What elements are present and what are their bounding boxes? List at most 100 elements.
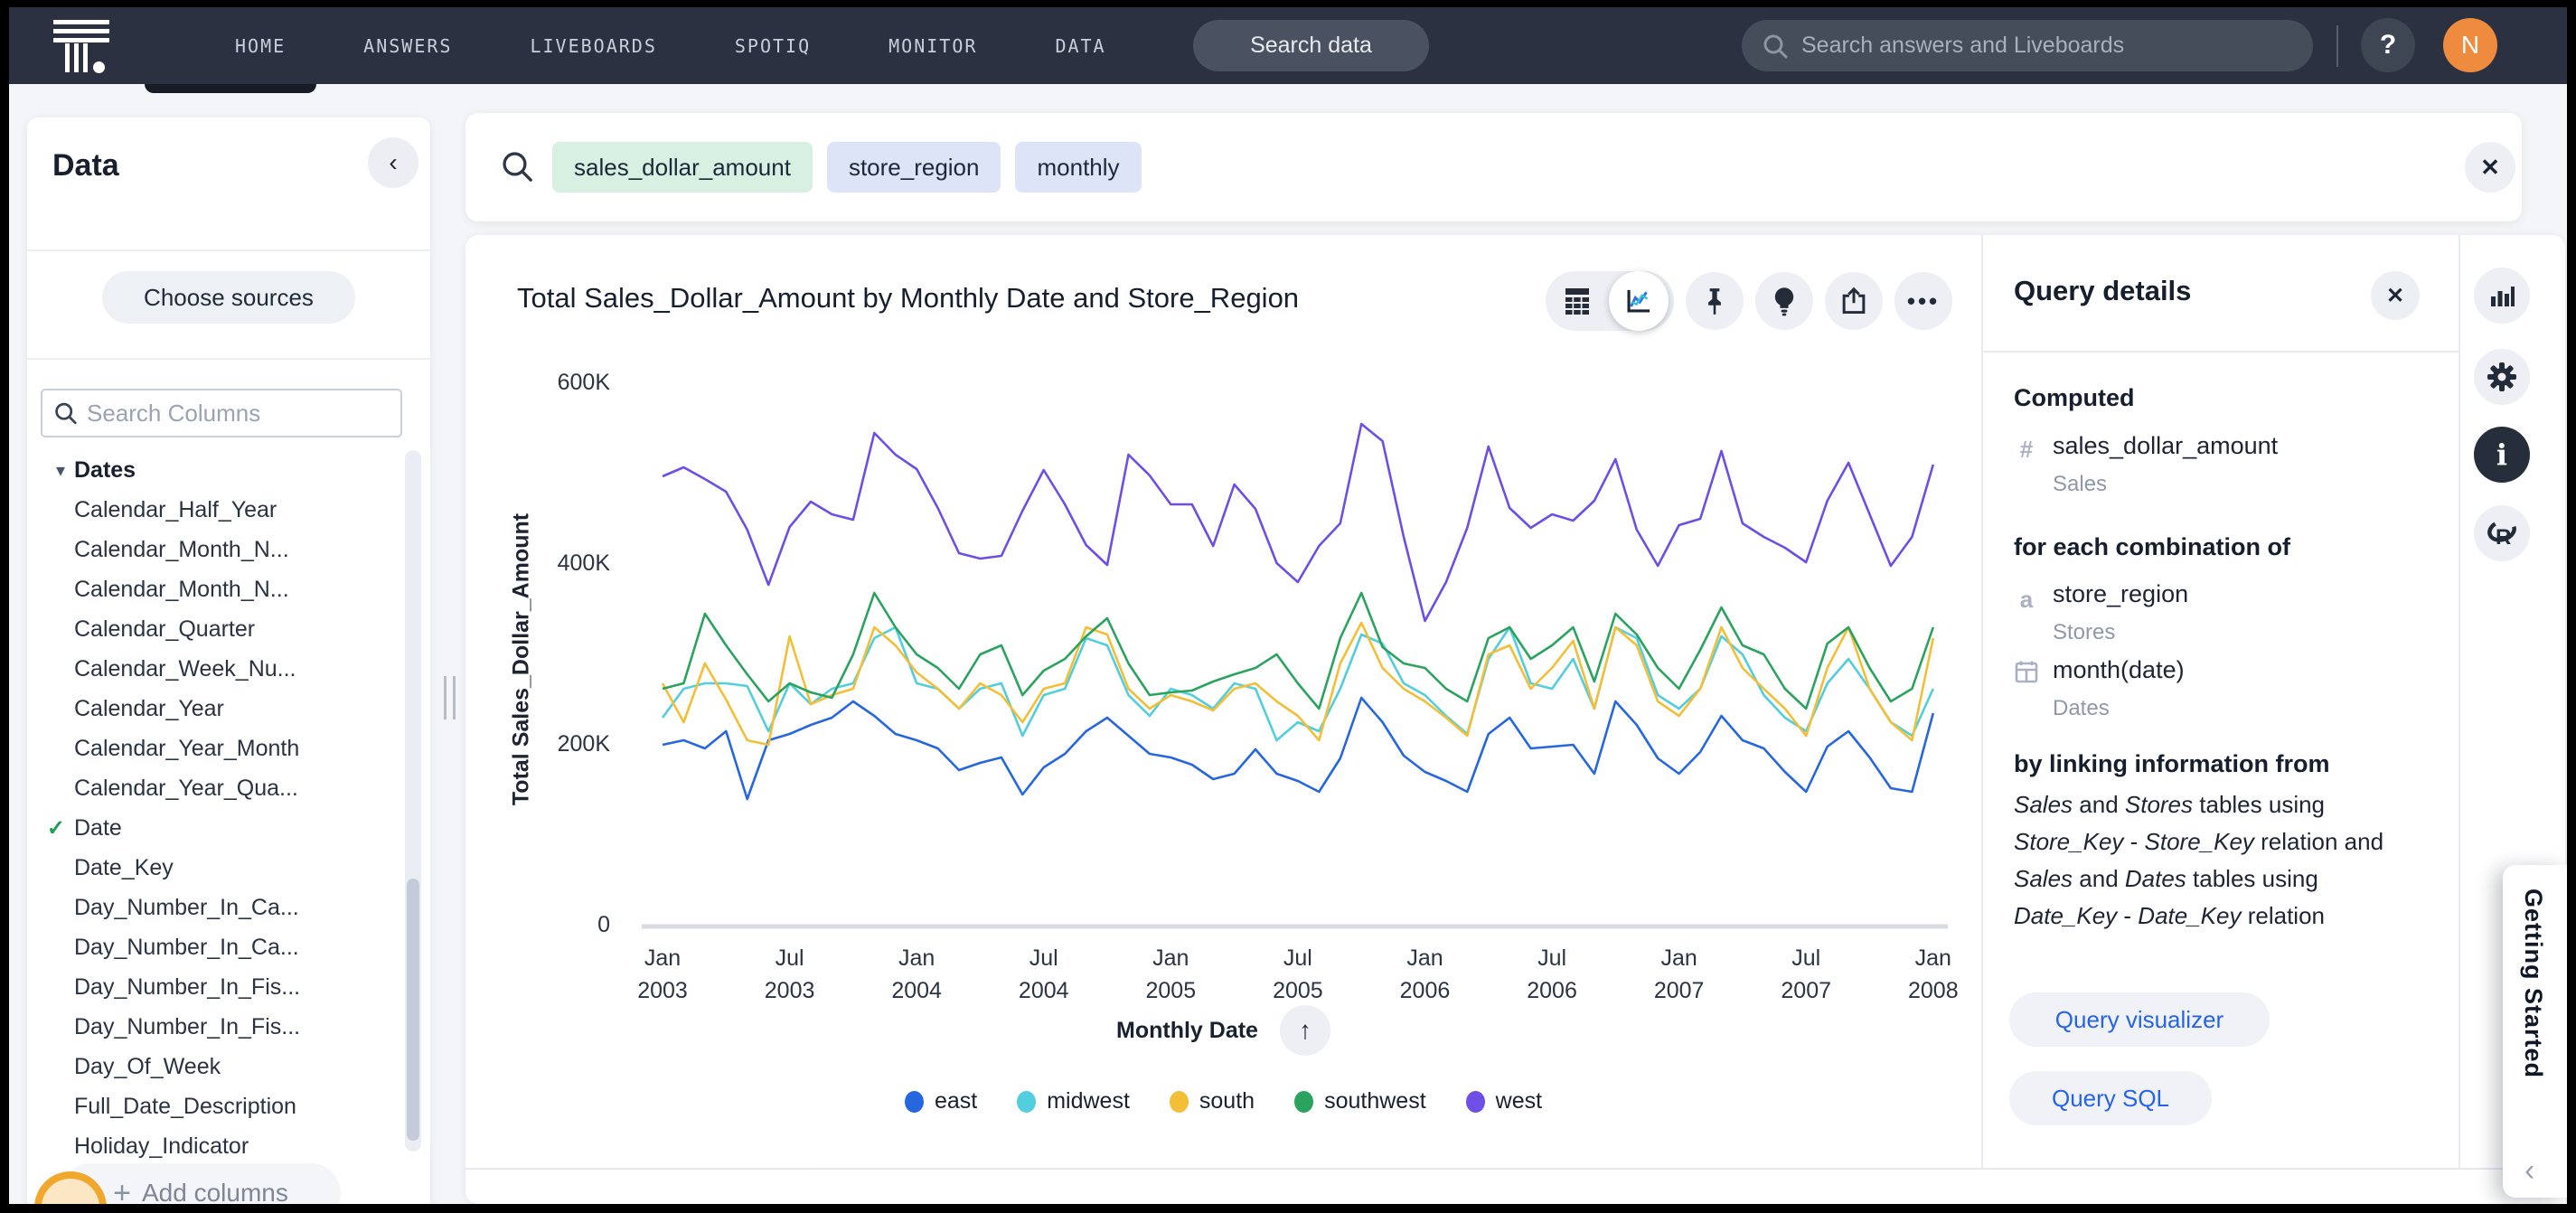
column-item[interactable]: Calendar_Quarter — [27, 609, 407, 649]
pin-button[interactable] — [1686, 272, 1744, 330]
nav-item-liveboards[interactable]: LIVEBOARDS — [530, 35, 656, 57]
combination-heading: for each combination of — [2014, 533, 2290, 561]
sort-ascending-button[interactable]: ↑ — [1280, 1005, 1330, 1056]
nav-item-monitor[interactable]: MONITOR — [888, 35, 977, 57]
linking-text: tables using — [2193, 791, 2325, 818]
global-search-input[interactable] — [1801, 33, 2293, 59]
column-item[interactable]: Calendar_Month_N... — [27, 569, 407, 609]
column-item[interactable]: Day_Of_Week — [27, 1047, 407, 1086]
spotiq-insights-button[interactable] — [1755, 272, 1813, 330]
linking-heading: by linking information from — [2014, 750, 2330, 778]
search-query-bar: sales_dollar_amount store_region monthly ✕ — [465, 113, 2522, 221]
r-analysis-button[interactable]: R — [2474, 505, 2530, 561]
column-label: Day_Of_Week — [74, 1054, 221, 1080]
thoughtspot-logo-icon[interactable] — [53, 20, 111, 74]
legend-item-west[interactable]: west — [1466, 1088, 1542, 1114]
nav-item-home[interactable]: HOME — [235, 35, 286, 57]
answer-card: Total Sales_Dollar_Amount by Monthly Dat… — [465, 235, 2565, 1204]
column-label: Calendar_Week_Nu... — [74, 656, 296, 682]
linking-entity: Stores — [2125, 791, 2193, 818]
choose-sources-button[interactable]: Choose sources — [102, 271, 355, 324]
search-token-store_region[interactable]: store_region — [827, 142, 1001, 193]
table-icon — [1564, 287, 1591, 315]
column-item[interactable]: Day_Number_In_Ca... — [27, 927, 407, 967]
search-token-sales_dollar_amount[interactable]: sales_dollar_amount — [552, 142, 813, 193]
combination-column-name: month(date) — [2053, 656, 2185, 684]
table-view-button[interactable] — [1546, 287, 1609, 315]
linking-entity: Store_Key — [2014, 828, 2123, 855]
attribute-column-icon: a — [2011, 586, 2042, 614]
user-avatar[interactable]: N — [2443, 18, 2497, 72]
legend-item-south[interactable]: south — [1170, 1088, 1255, 1114]
nav-item-answers[interactable]: ANSWERS — [363, 35, 452, 57]
column-group-dates[interactable]: ▾Dates — [27, 450, 407, 490]
linking-entity: Sales — [2014, 865, 2073, 892]
column-search-input[interactable] — [87, 400, 390, 428]
line-chart-icon — [1623, 286, 1654, 316]
linking-text: - — [2123, 828, 2144, 855]
column-item[interactable]: Day_Number_In_Fis... — [27, 967, 407, 1007]
series-line-west — [663, 424, 1933, 621]
view-toggle — [1546, 271, 1674, 331]
column-item[interactable]: Date_Key — [27, 848, 407, 888]
search-token-monthly[interactable]: monthly — [1015, 142, 1141, 193]
legend-label: east — [935, 1088, 977, 1114]
data-panel: Data ‹ Choose sources ▾DatesCalendar_Hal… — [27, 118, 430, 1204]
close-query-details-button[interactable]: ✕ — [2371, 271, 2420, 320]
getting-started-tab[interactable]: Getting Started ‹ — [2503, 865, 2567, 1198]
column-item[interactable]: Calendar_Month_N... — [27, 530, 407, 569]
y-axis-title: Total Sales_Dollar_Amount — [509, 488, 535, 832]
search-data-button[interactable]: Search data — [1193, 20, 1429, 71]
help-button[interactable]: ? — [2361, 18, 2415, 72]
column-item[interactable]: Calendar_Year_Qua... — [27, 768, 407, 808]
collapse-panel-button[interactable]: ‹ — [368, 137, 418, 188]
lightbulb-icon — [1771, 286, 1798, 316]
chart-config-button[interactable] — [2474, 268, 2530, 324]
query-sql-button[interactable]: Query SQL — [2009, 1071, 2212, 1125]
column-item[interactable]: Calendar_Week_Nu... — [27, 649, 407, 689]
column-item[interactable]: Holiday_Indicator — [27, 1126, 407, 1166]
chart-legend: east midwest south southwest west — [465, 1088, 1981, 1114]
column-label: Day_Number_In_Ca... — [74, 895, 299, 921]
series-line-southwest — [663, 593, 1933, 709]
sidebar-scrollbar-thumb[interactable] — [407, 879, 419, 1141]
column-label: Date — [74, 815, 122, 842]
column-item[interactable]: Calendar_Year_Month — [27, 729, 407, 768]
legend-item-midwest[interactable]: midwest — [1017, 1088, 1130, 1114]
share-button[interactable] — [1825, 272, 1883, 330]
column-item[interactable]: ✓Date — [27, 808, 407, 848]
query-details-info-button[interactable]: i — [2474, 427, 2530, 483]
column-label: Calendar_Year_Qua... — [74, 776, 298, 802]
add-columns-label: Add columns — [142, 1179, 288, 1204]
clear-search-button[interactable]: ✕ — [2465, 142, 2515, 193]
column-item[interactable]: Day_Number_In_Fis... — [27, 1007, 407, 1047]
legend-dot-icon — [1017, 1091, 1036, 1113]
linking-text: and — [2073, 865, 2125, 892]
column-list: ▾DatesCalendar_Half_YearCalendar_Month_N… — [27, 450, 407, 1204]
active-tab-indicator — [145, 84, 316, 93]
legend-item-east[interactable]: east — [905, 1088, 977, 1114]
x-tick-label: Jul2004 — [990, 942, 1098, 1007]
nav-item-data[interactable]: DATA — [1055, 35, 1105, 57]
query-visualizer-button[interactable]: Query visualizer — [2009, 992, 2270, 1047]
panel-resize-handle[interactable] — [442, 676, 456, 719]
column-item[interactable]: Day_Number_In_Ca... — [27, 888, 407, 927]
computed-heading: Computed — [2014, 384, 2134, 412]
chart-view-button[interactable] — [1609, 271, 1669, 331]
legend-item-southwest[interactable]: southwest — [1294, 1088, 1426, 1114]
column-item[interactable]: Full_Date_Description — [27, 1086, 407, 1126]
column-item[interactable]: Calendar_Half_Year — [27, 490, 407, 530]
linking-entity: Date_Key — [2014, 902, 2117, 929]
global-search[interactable] — [1742, 20, 2313, 71]
linking-entity: Date_Key — [2138, 902, 2241, 929]
x-tick-label: Jan2003 — [608, 942, 717, 1007]
column-item[interactable]: Calendar_Year — [27, 689, 407, 729]
nav-item-spotiq[interactable]: SPOTIQ — [735, 35, 811, 57]
answer-footer — [810, 1168, 2565, 1204]
x-tick-label: Jan2008 — [1879, 942, 1988, 1007]
more-options-button[interactable]: ••• — [1894, 272, 1952, 330]
line-chart-plot[interactable] — [642, 369, 1952, 947]
data-panel-title: Data — [52, 148, 119, 183]
linking-entity: Sales — [2014, 791, 2073, 818]
settings-button[interactable] — [2474, 349, 2530, 405]
